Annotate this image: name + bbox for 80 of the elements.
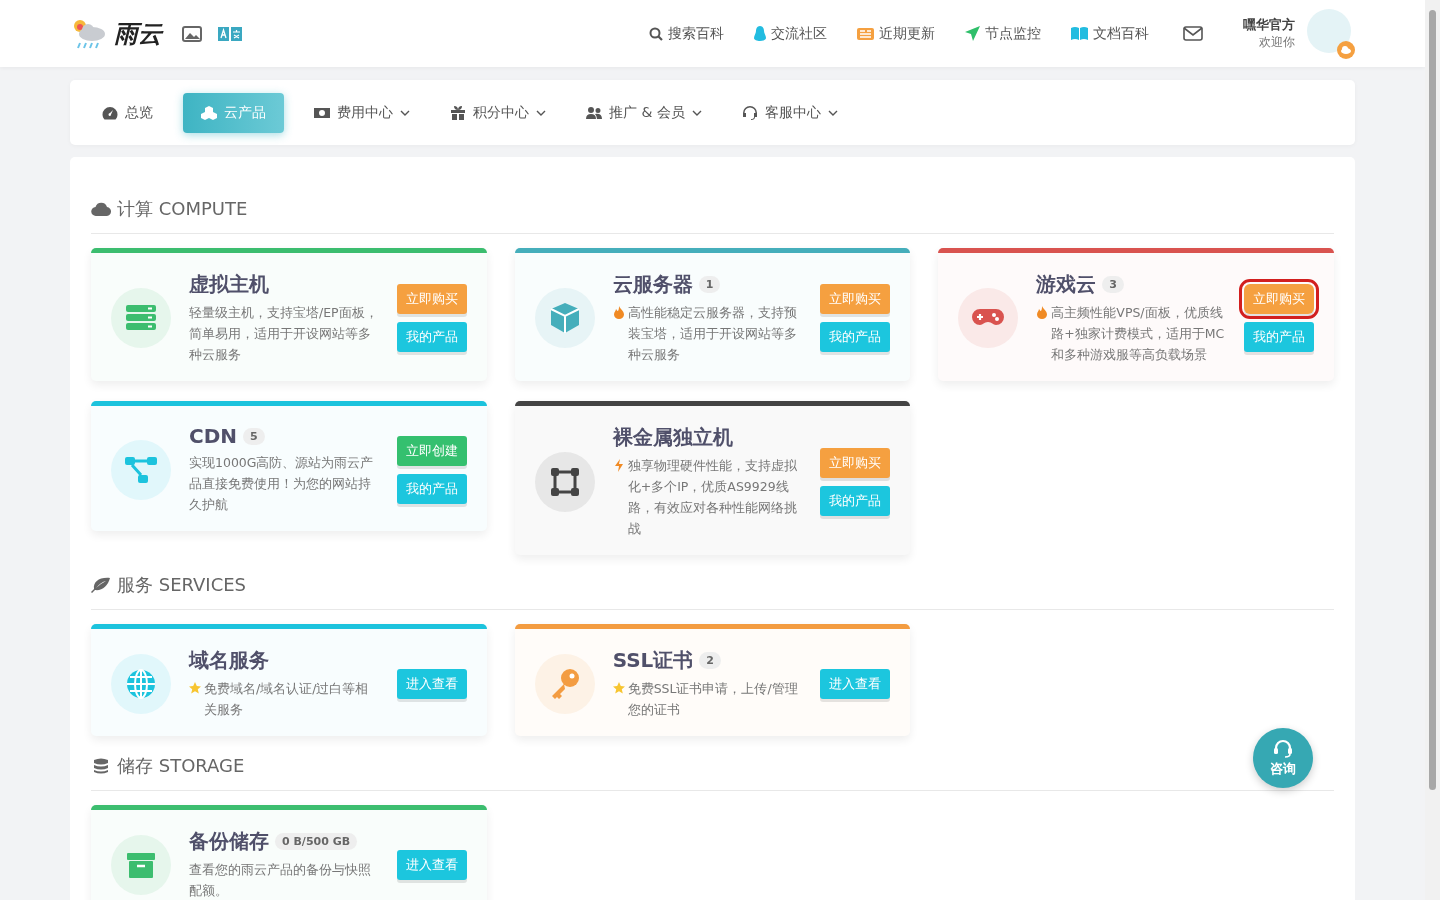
- nav-tab[interactable]: 客服中心: [731, 92, 848, 133]
- image-icon[interactable]: [182, 25, 202, 42]
- star-icon: [189, 682, 201, 695]
- cloud-icon: [91, 201, 111, 217]
- action-button[interactable]: 进入查看: [820, 668, 891, 699]
- card-title: 云服务器: [612, 271, 693, 298]
- count-badge: 3: [1102, 276, 1124, 293]
- action-button[interactable]: 我的产品: [1244, 322, 1314, 352]
- count-badge: 2: [699, 652, 721, 669]
- card-description: 高主频性能VPS/面板，优质线路+独家计费模式，适用于MC和多种游戏服等高负载场景: [1051, 304, 1226, 364]
- card-title: 域名服务: [189, 647, 269, 674]
- card-title: 游戏云: [1036, 271, 1097, 298]
- database-icon: [91, 758, 111, 774]
- card-description: 实现1000G高防、源站为雨云产品直接免费使用！为您的网站持久护航: [189, 454, 375, 514]
- headset-icon: [741, 105, 758, 120]
- card-title: 虚拟主机: [189, 271, 269, 298]
- card-description: 高性能稳定云服务器，支持预装宝塔，适用于开设网站等多种云服务: [627, 304, 798, 364]
- star-icon: [612, 682, 625, 695]
- nav-tab[interactable]: 费用中心: [304, 92, 420, 133]
- search-icon: [649, 26, 663, 41]
- header-link[interactable]: 近期更新: [857, 24, 935, 43]
- action-button[interactable]: 立即购买: [820, 284, 891, 314]
- nav-tab[interactable]: 积分中心: [440, 92, 556, 133]
- nav-tab[interactable]: 推广 & 会员: [576, 92, 712, 133]
- card-title: 裸金属独立机: [612, 424, 733, 451]
- section-title: 服务 SERVICES: [117, 573, 247, 597]
- count-badge: 0 B/500 GB: [275, 833, 358, 850]
- action-button[interactable]: 立即购买: [820, 447, 891, 478]
- gift-icon: [450, 105, 466, 120]
- chevron-down-icon: [536, 109, 546, 116]
- greeting-text: 欢迎你: [1259, 34, 1295, 51]
- card-description: 独享物理硬件性能，支持虚拟化+多个IP，优质AS9929线路，有效应对各种性能网络挑战: [627, 457, 798, 538]
- logo-text: 雨云: [114, 18, 162, 50]
- section-title: 储存 STORAGE: [117, 754, 245, 778]
- scrollbar[interactable]: [1425, 0, 1440, 900]
- action-button[interactable]: 我的产品: [820, 322, 891, 352]
- money-icon: [314, 105, 330, 120]
- leaf-icon: [91, 577, 111, 593]
- mail-icon[interactable]: [1183, 26, 1203, 41]
- action-button[interactable]: 我的产品: [396, 473, 467, 504]
- action-button[interactable]: 我的产品: [820, 485, 891, 516]
- count-badge: 5: [243, 427, 265, 445]
- send-icon: [965, 26, 980, 41]
- card-title: 备份储存: [189, 828, 269, 855]
- header-link[interactable]: 节点监控: [965, 24, 1041, 43]
- header-link[interactable]: 交流社区: [754, 24, 827, 43]
- card-description: 轻量级主机，支持宝塔/EP面板，简单易用，适用于开设网站等多种云服务: [189, 304, 379, 364]
- fire-icon: [612, 306, 625, 319]
- cubes-icon: [201, 105, 217, 120]
- users-icon: [586, 105, 602, 120]
- nav-tab[interactable]: 总览: [92, 92, 163, 133]
- card-description: 查看您的雨云产品的备份与快照配额。: [189, 861, 372, 900]
- headset-icon: [1272, 738, 1294, 759]
- avatar[interactable]: [1307, 8, 1351, 53]
- header-link[interactable]: 文档百科: [1071, 24, 1149, 43]
- gauge-icon: [102, 105, 118, 120]
- card-title: SSL证书: [612, 647, 694, 674]
- section-title: 计算 COMPUTE: [117, 197, 248, 221]
- chevron-down-icon: [691, 109, 702, 116]
- action-button[interactable]: 进入查看: [396, 849, 467, 880]
- action-button[interactable]: 我的产品: [396, 322, 467, 352]
- fire-icon: [1036, 306, 1049, 319]
- book-icon: [1071, 27, 1088, 40]
- chevron-down-icon: [827, 109, 838, 116]
- card-description: 免费SSL证书申请，上传/管理您的证书: [627, 680, 799, 719]
- card-description: 免费域名/域名认证/过白等相关服务: [204, 680, 370, 719]
- count-badge: 1: [698, 276, 721, 293]
- action-button[interactable]: 立即购买: [396, 284, 467, 314]
- bolt-icon: [612, 459, 625, 472]
- nav-tab[interactable]: 云产品: [183, 92, 284, 133]
- user-name: 嘿华官方: [1243, 16, 1295, 34]
- chevron-down-icon: [400, 109, 410, 116]
- action-button[interactable]: 进入查看: [396, 668, 467, 699]
- action-button[interactable]: 立即创建: [396, 435, 467, 466]
- header-link[interactable]: 搜索百科: [649, 24, 724, 43]
- cloud-badge-icon: [1337, 40, 1355, 59]
- newspaper-icon: [857, 27, 874, 40]
- card-title: CDN: [189, 424, 238, 448]
- penguin-icon: [754, 26, 766, 41]
- translate-icon[interactable]: [218, 26, 242, 41]
